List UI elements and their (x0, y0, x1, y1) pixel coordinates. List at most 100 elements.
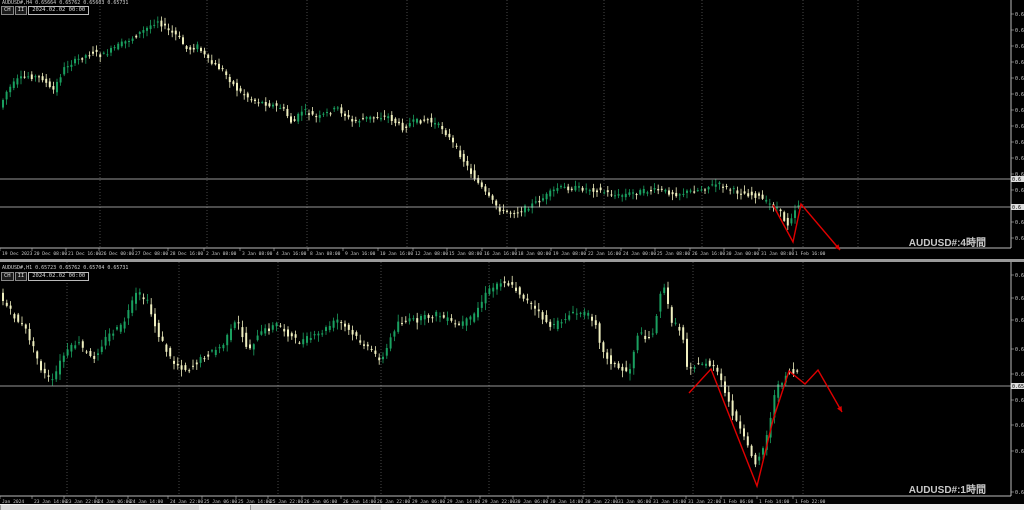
candle-body (603, 192, 606, 194)
chart-tab-2[interactable] (250, 505, 381, 510)
candle-body (509, 212, 512, 214)
time-tick-label: 31 Jan 08:00 (761, 251, 794, 257)
candle-body (689, 367, 692, 369)
time-tick-label: 19 Dec 2023 (2, 251, 33, 257)
candle-body (427, 315, 430, 318)
candle-body (52, 86, 55, 90)
h1-chart-panel[interactable]: 0.660.660.660.650.650.650.650.650.65Jan … (0, 262, 1024, 510)
candle-body (506, 210, 508, 212)
candle-body (351, 329, 354, 335)
candle-body (754, 193, 757, 198)
candle-body (750, 191, 753, 196)
candle-body (127, 310, 130, 319)
candle-body (336, 319, 339, 323)
candle-body (104, 336, 107, 346)
candle-body (729, 189, 732, 191)
candle-body (650, 189, 652, 192)
forecast-path (688, 367, 843, 489)
candle-body (232, 81, 235, 85)
candle-body (465, 318, 468, 326)
current-price-label: 0.6 (1012, 177, 1021, 183)
candle-body (404, 320, 407, 322)
candle-body (230, 328, 232, 341)
chart-tab-1[interactable] (0, 505, 199, 510)
candle-body (758, 456, 761, 461)
candle-body (275, 103, 278, 106)
candle-body (761, 194, 764, 199)
candle-body (452, 137, 454, 143)
candle-body (488, 288, 491, 295)
h4-ii-button[interactable]: II (14, 6, 28, 15)
time-tick-label: 8 Jan 08:00 (310, 251, 341, 257)
candle-body (131, 38, 134, 41)
candle-body (646, 192, 649, 194)
candle-body (416, 318, 419, 323)
time-tick-label: 10 Jan 16:00 (380, 251, 413, 257)
h4-chart-canvas[interactable]: 0.6 0.6 0.6 0.6 0.6 0.6 0.6 0.6 0.6 0.6 0.6 0.6 0.6 0… (0, 0, 1024, 260)
candle-body (632, 192, 634, 194)
candle-body (794, 210, 796, 218)
candle-body (596, 190, 598, 193)
candle-body (636, 335, 639, 351)
candle-body (594, 320, 597, 326)
candle-body (63, 67, 66, 75)
h1-ch-button[interactable]: CH (1, 272, 14, 281)
candle-body (275, 323, 278, 327)
h4-ch-button[interactable]: CH (1, 6, 14, 15)
candle-body (78, 342, 80, 344)
candle-body (617, 194, 620, 196)
candle-body (97, 353, 99, 356)
candle-body (599, 187, 602, 191)
candle-body (17, 314, 20, 322)
candle-body (419, 120, 422, 124)
price-tick-label: 0.6 (1015, 156, 1024, 162)
candle-body (393, 331, 396, 337)
candle-body (279, 107, 282, 109)
candle-body (484, 186, 487, 192)
candle-body (135, 35, 138, 38)
candle-body (309, 337, 312, 340)
candle-body (12, 81, 15, 88)
candle-body (496, 283, 498, 290)
candle-body (169, 348, 172, 357)
h1-date-field[interactable]: 2024.02.02 00:00 (28, 272, 90, 281)
candle-body (461, 321, 464, 326)
forecast-path (772, 202, 841, 251)
candle-body (128, 41, 130, 43)
h4-chart-panel[interactable]: 0.6 0.6 0.6 0.6 0.6 0.6 0.6 0.6 0.6 0.6 0.6 0.6 0.6 0… (0, 0, 1024, 260)
candle-body (13, 314, 16, 319)
h1-ii-button[interactable]: II (14, 272, 28, 281)
candle-body (306, 336, 308, 343)
candle-body (189, 47, 192, 50)
price-tick-label: 0.6 (1015, 188, 1024, 194)
h4-date-field[interactable]: 2024.02.02 00:00 (28, 6, 90, 15)
candle-body (257, 102, 260, 104)
candle-body (635, 194, 638, 196)
candle-body (59, 360, 61, 375)
candle-body (469, 316, 472, 320)
candle-body (344, 113, 346, 116)
price-tick-label: 0.66 (1015, 318, 1024, 324)
candle-body (459, 150, 462, 158)
candle-body (621, 366, 624, 371)
candle-body (228, 77, 231, 83)
candle-body (776, 207, 778, 209)
price-tick-label: 0.6 (1015, 220, 1024, 226)
candle-body (16, 78, 19, 85)
candle-body (313, 334, 316, 336)
candle-body (221, 68, 224, 70)
candle-body (233, 322, 236, 329)
candle-body (725, 186, 728, 188)
price-tick-label: 0.6 (1015, 12, 1024, 18)
candle-body (153, 24, 156, 26)
candle-body (674, 322, 677, 324)
candle-body (708, 360, 711, 366)
price-tick-label: 0.6 (1015, 236, 1024, 242)
candle-body (499, 283, 502, 287)
candle-body (581, 187, 584, 191)
candle-body (420, 316, 422, 321)
candle-body (542, 198, 544, 201)
candle-body (412, 318, 415, 320)
candle-body (23, 76, 26, 78)
h1-chart-canvas[interactable]: 0.660.660.660.650.650.650.650.650.65Jan … (0, 262, 1024, 510)
